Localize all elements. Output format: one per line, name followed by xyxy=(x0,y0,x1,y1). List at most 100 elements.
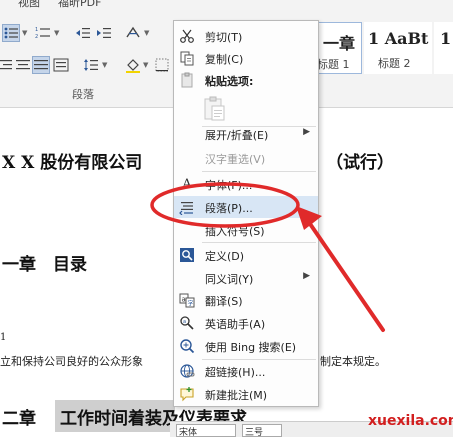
menu-item-paste-options-label: 粘贴选项: xyxy=(205,75,254,88)
svg-text:a: a xyxy=(182,296,186,304)
submenu-arrow-icon: ▶ xyxy=(303,271,310,281)
menu-item-define-label: 定义(D) xyxy=(205,250,245,263)
menu-item-copy[interactable]: 复制(C) xyxy=(174,47,318,69)
menu-item-new-comment[interactable]: 新建批注(M) xyxy=(174,383,318,405)
align-center-button[interactable] xyxy=(14,56,32,74)
chinese-layout-button[interactable] xyxy=(124,24,142,42)
style-heading-3[interactable]: 1 xyxy=(434,22,453,74)
document-title-right: （试行） xyxy=(326,153,394,173)
document-title-left: X X 股份有限公司 xyxy=(2,153,143,173)
decrease-indent-button[interactable] xyxy=(74,24,92,42)
menu-item-bing-search-label: 使用 Bing 搜索(E) xyxy=(205,341,297,354)
menu-item-hanzi-reselect: 汉字重选(V) xyxy=(174,147,318,169)
increase-indent-button[interactable] xyxy=(95,24,113,42)
style-heading-2-preview: 1 AaBt xyxy=(368,29,429,48)
shading-button[interactable] xyxy=(124,56,142,74)
menu-item-translate-label: 翻译(S) xyxy=(205,295,243,308)
body-text-left: 立和保持公司良好的公众形象 xyxy=(0,355,143,368)
menu-item-copy-label: 复制(C) xyxy=(205,53,244,66)
justify-icon xyxy=(34,60,48,70)
decrease-indent-icon xyxy=(76,28,90,38)
line-spacing-icon xyxy=(84,59,98,71)
define-icon xyxy=(179,247,195,263)
translate-icon: a字 xyxy=(179,292,195,308)
english-assistant-icon: a xyxy=(179,315,195,331)
chinese-layout-icon xyxy=(126,26,140,38)
svg-text:2: 2 xyxy=(35,34,38,40)
paragraph-marker: 1 xyxy=(0,332,7,343)
menu-item-hyperlink-label: 超链接(H)... xyxy=(205,366,266,379)
menu-item-cut-label: 剪切(T) xyxy=(205,31,243,44)
menu-item-english-assistant-label: 英语助手(A) xyxy=(205,318,266,331)
style-heading-1-preview: 一章 xyxy=(323,34,356,53)
new-comment-icon xyxy=(179,386,195,402)
menu-item-insert-symbol[interactable]: 插入符号(S) xyxy=(174,219,318,241)
menu-item-paragraph-label: 段落(P)... xyxy=(205,202,253,215)
style-heading-2[interactable]: 1 AaBt 标题 2 xyxy=(364,22,432,74)
menu-item-hanzi-reselect-label: 汉字重选(V) xyxy=(205,153,266,166)
watermark: xuexila.com xyxy=(368,413,453,429)
font-name-field[interactable]: 宋体 xyxy=(176,424,236,437)
align-center-icon xyxy=(16,60,30,70)
numbering-button[interactable]: 12 xyxy=(34,24,52,42)
align-right-button[interactable] xyxy=(0,56,14,74)
style-heading-1[interactable]: 一章 标题 1 xyxy=(317,22,362,74)
svg-text:字: 字 xyxy=(188,300,194,308)
menu-item-paste-options: 粘贴选项: xyxy=(174,69,318,91)
distributed-icon xyxy=(53,58,69,72)
paragraph-icon xyxy=(179,199,195,215)
submenu-arrow-icon: ▶ xyxy=(303,127,310,137)
menu-item-hyperlink[interactable]: 超链接(H)... xyxy=(174,360,318,382)
menu-item-synonyms-label: 同义词(Y) xyxy=(205,273,254,286)
paint-bucket-icon xyxy=(126,59,140,73)
chevron-down-icon[interactable]: ▼ xyxy=(54,29,59,37)
bullets-button[interactable] xyxy=(2,24,20,42)
menu-separator xyxy=(202,171,316,172)
borders-button[interactable] xyxy=(153,56,171,74)
menu-item-expand-collapse-label: 展开/折叠(E) xyxy=(205,129,269,142)
menu-item-paragraph[interactable]: 段落(P)... xyxy=(174,196,318,218)
font-icon: A xyxy=(182,176,192,192)
paste-icon xyxy=(179,72,195,88)
menu-item-cut[interactable]: 剪切(T) xyxy=(174,25,318,47)
bullets-icon xyxy=(4,27,18,39)
numbering-icon: 12 xyxy=(35,27,50,40)
style-heading-2-name: 标题 2 xyxy=(378,57,411,70)
styles-gallery: 一章 标题 1 1 AaBt 标题 2 1 xyxy=(317,22,453,74)
copy-icon xyxy=(179,50,195,66)
svg-text:1: 1 xyxy=(35,27,38,33)
tab-view[interactable]: 视图 xyxy=(18,0,40,10)
menu-item-synonyms[interactable]: 同义词(Y) ▶ xyxy=(174,267,318,289)
chevron-down-icon[interactable]: ▼ xyxy=(102,61,107,69)
menu-item-font[interactable]: A 字体(F)... xyxy=(174,173,318,195)
chevron-down-icon[interactable]: ▼ xyxy=(22,29,27,37)
menu-item-translate[interactable]: a字 翻译(S) xyxy=(174,289,318,311)
borders-icon xyxy=(155,58,169,72)
chevron-down-icon[interactable]: ▼ xyxy=(144,29,149,37)
menu-separator xyxy=(202,242,316,243)
menu-item-english-assistant[interactable]: a 英语助手(A) xyxy=(174,312,318,334)
line-spacing-button[interactable] xyxy=(82,56,100,74)
increase-indent-icon xyxy=(97,28,111,38)
chevron-down-icon[interactable]: ▼ xyxy=(143,61,148,69)
tab-foxit-pdf[interactable]: 福昕PDF xyxy=(58,0,101,10)
align-right-icon xyxy=(0,60,12,70)
menu-item-define[interactable]: 定义(D) xyxy=(174,244,318,266)
distributed-button[interactable] xyxy=(52,56,70,74)
justify-button[interactable] xyxy=(32,56,50,74)
chapter-2-prefix: 二章 xyxy=(2,409,36,429)
bing-search-icon xyxy=(179,338,195,354)
context-menu: 剪切(T) 复制(C) 粘贴选项: 展开/折叠(E) ▶ 汉字重选(V) A 字… xyxy=(173,20,319,407)
cut-icon xyxy=(179,28,195,44)
chapter-1-heading: 一章 目录 xyxy=(2,255,87,275)
menu-item-expand-collapse[interactable]: 展开/折叠(E) ▶ xyxy=(174,123,318,145)
menu-item-new-comment-label: 新建批注(M) xyxy=(205,389,268,402)
hyperlink-icon xyxy=(179,363,195,379)
font-size-field[interactable]: 三号 xyxy=(242,424,282,437)
style-heading-1-name: 标题 1 xyxy=(317,58,350,71)
menu-item-bing-search[interactable]: 使用 Bing 搜索(E) xyxy=(174,335,318,357)
menu-item-insert-symbol-label: 插入符号(S) xyxy=(205,225,265,238)
menu-item-font-label: 字体(F)... xyxy=(205,179,253,192)
body-text-right: 制定本规定。 xyxy=(320,355,386,368)
paste-keep-text-only-icon[interactable] xyxy=(202,95,228,123)
